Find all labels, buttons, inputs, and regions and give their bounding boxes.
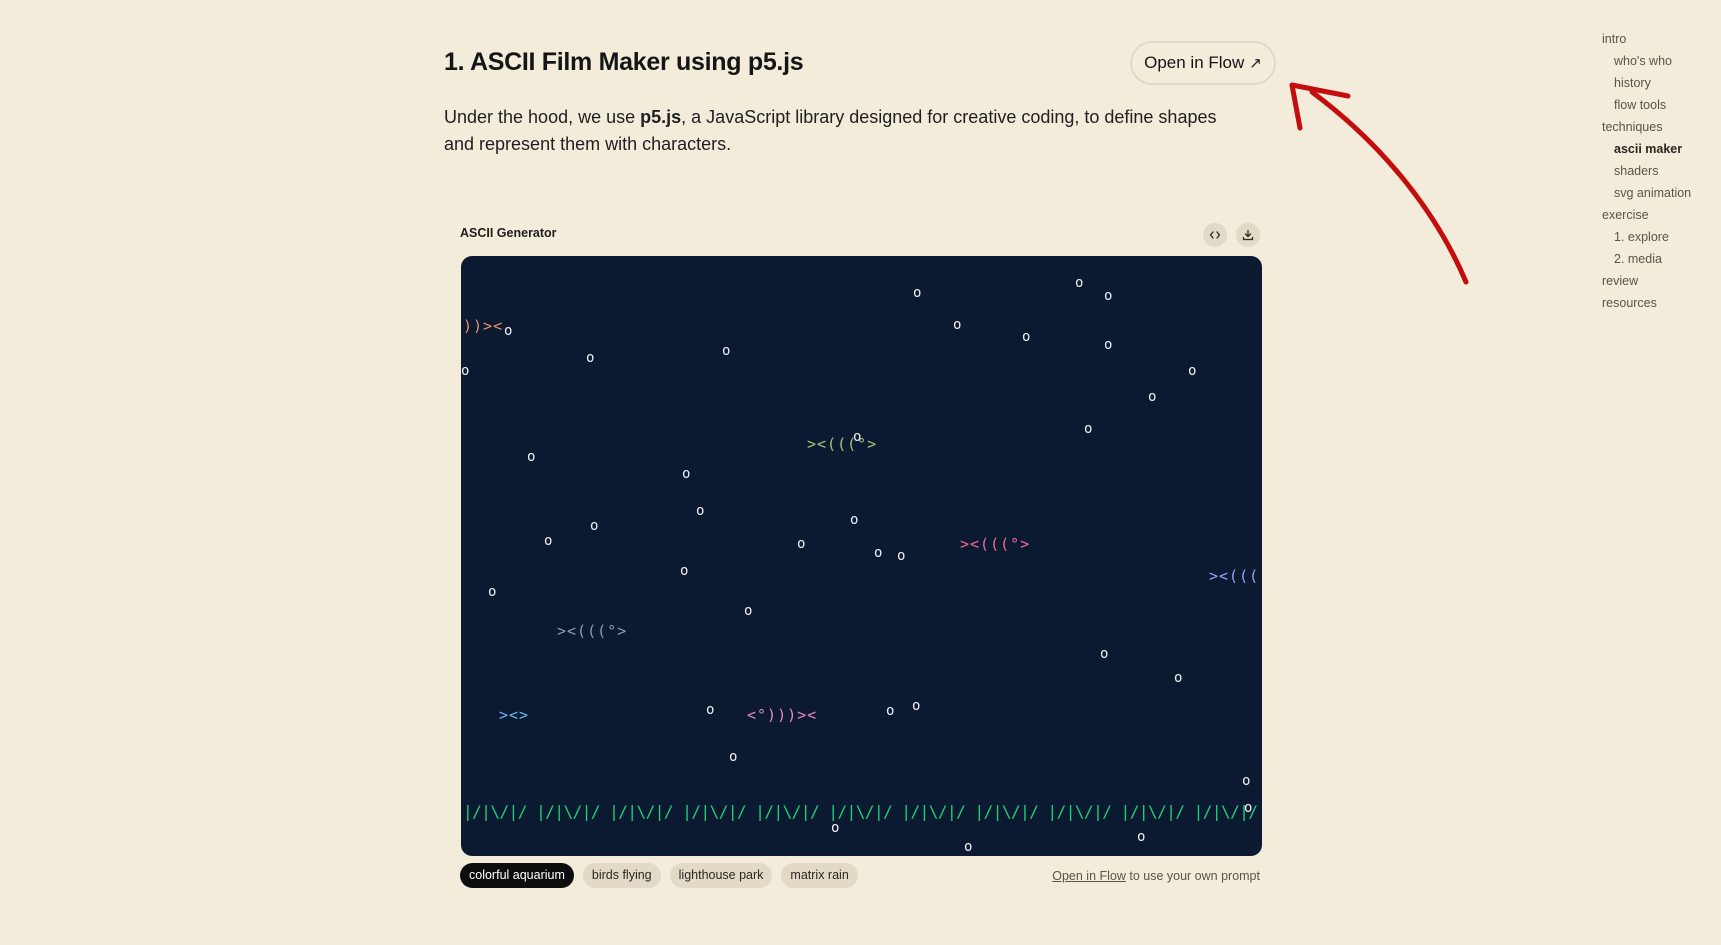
open-in-flow-button[interactable]: Open in Flow ↗	[1130, 41, 1276, 85]
open-in-flow-link[interactable]: Open in Flow	[1052, 869, 1126, 883]
bubble: o	[1084, 421, 1093, 437]
fish: ><(((°>	[807, 435, 878, 453]
toc-item-svg-animation[interactable]: svg animation	[1602, 182, 1691, 204]
bubble: o	[1137, 829, 1146, 845]
toc-item-techniques[interactable]: techniques	[1602, 116, 1691, 138]
toc-item-review[interactable]: review	[1602, 270, 1691, 292]
bubble: o	[1188, 363, 1197, 379]
bubble: o	[488, 584, 497, 600]
toc-item-explore[interactable]: 1. explore	[1602, 226, 1691, 248]
fish: ><(((°>	[960, 535, 1031, 553]
generator-title: ASCII Generator	[460, 226, 557, 240]
bubble: o	[874, 545, 883, 561]
bubble: o	[831, 820, 840, 836]
bubble: o	[1174, 670, 1183, 686]
bubble: o	[1148, 389, 1157, 405]
bubble: o	[590, 518, 599, 534]
bubble: o	[696, 503, 705, 519]
bubble: o	[744, 603, 753, 619]
bubble: o	[729, 749, 738, 765]
bubble: o	[1242, 773, 1251, 789]
bubble: o	[953, 317, 962, 333]
fish: ><(((	[1209, 567, 1260, 585]
download-icon	[1242, 229, 1254, 241]
bubble: o	[850, 512, 859, 528]
bubble: o	[722, 343, 731, 359]
bubble: o	[706, 702, 715, 718]
bubble: o	[1022, 329, 1031, 345]
toc-item-intro[interactable]: intro	[1602, 28, 1691, 50]
chip-birds-flying[interactable]: birds flying	[582, 863, 661, 888]
bubble: o	[897, 548, 906, 564]
bubble: o	[586, 350, 595, 366]
fish: ><(((°>	[557, 622, 628, 640]
bubble: o	[1100, 646, 1109, 662]
bubble: o	[797, 536, 806, 552]
toc-item-flow-tools[interactable]: flow tools	[1602, 94, 1691, 116]
chip-colorful-aquarium[interactable]: colorful aquarium	[460, 863, 574, 888]
toc-item-resources[interactable]: resources	[1602, 292, 1691, 314]
fish: <°)))><	[747, 706, 818, 724]
bubble: o	[913, 285, 922, 301]
bubble: o	[964, 839, 973, 855]
intro-library-name: p5.js	[640, 107, 682, 127]
bubble: o	[912, 698, 921, 714]
bubble: o	[682, 466, 691, 482]
annotation-arrow-icon	[1289, 82, 1469, 285]
bubble: o	[1104, 288, 1113, 304]
toc-item-media[interactable]: 2. media	[1602, 248, 1691, 270]
bubble: o	[1104, 337, 1113, 353]
toc-item-shaders[interactable]: shaders	[1602, 160, 1691, 182]
ascii-canvas[interactable]: o o o o o o o o o o o o o o o o o o o o …	[461, 256, 1262, 856]
custom-prompt-text: to use your own prompt	[1125, 869, 1260, 883]
fish: ))><	[463, 317, 504, 335]
bubble: o	[527, 449, 536, 465]
chip-matrix-rain[interactable]: matrix rain	[781, 863, 858, 888]
toc-item-history[interactable]: history	[1602, 72, 1691, 94]
bubble: o	[461, 363, 470, 379]
custom-prompt-note: Open in Flow to use your own prompt	[1052, 869, 1260, 883]
view-code-button[interactable]	[1203, 223, 1227, 247]
toc-item-ascii-maker[interactable]: ascii maker	[1602, 138, 1691, 160]
intro-paragraph: Under the hood, we use p5.js, a JavaScri…	[444, 104, 1244, 158]
page-title: 1. ASCII Film Maker using p5.js	[444, 48, 804, 76]
open-in-flow-label: Open in Flow	[1144, 53, 1245, 72]
prompt-chips: colorful aquarium birds flying lighthous…	[460, 863, 858, 888]
bubble: o	[504, 323, 513, 339]
toc-item-whos-who[interactable]: who's who	[1602, 50, 1691, 72]
external-arrow-icon: ↗	[1249, 55, 1262, 72]
toc-item-exercise[interactable]: exercise	[1602, 204, 1691, 226]
bubble: o	[680, 563, 689, 579]
chip-lighthouse-park[interactable]: lighthouse park	[669, 863, 773, 888]
download-button[interactable]	[1236, 223, 1260, 247]
seaweed-row: |/|\/|/ |/|\/|/ |/|\/|/ |/|\/|/ |/|\/|/ …	[463, 802, 1258, 821]
bubble: o	[1075, 275, 1084, 291]
bubble: o	[544, 533, 553, 549]
bubble: o	[886, 703, 895, 719]
code-icon	[1209, 231, 1221, 239]
intro-text-start: Under the hood, we use	[444, 107, 641, 127]
fish: ><>	[499, 706, 530, 724]
table-of-contents: intro who's who history flow tools techn…	[1602, 28, 1691, 314]
